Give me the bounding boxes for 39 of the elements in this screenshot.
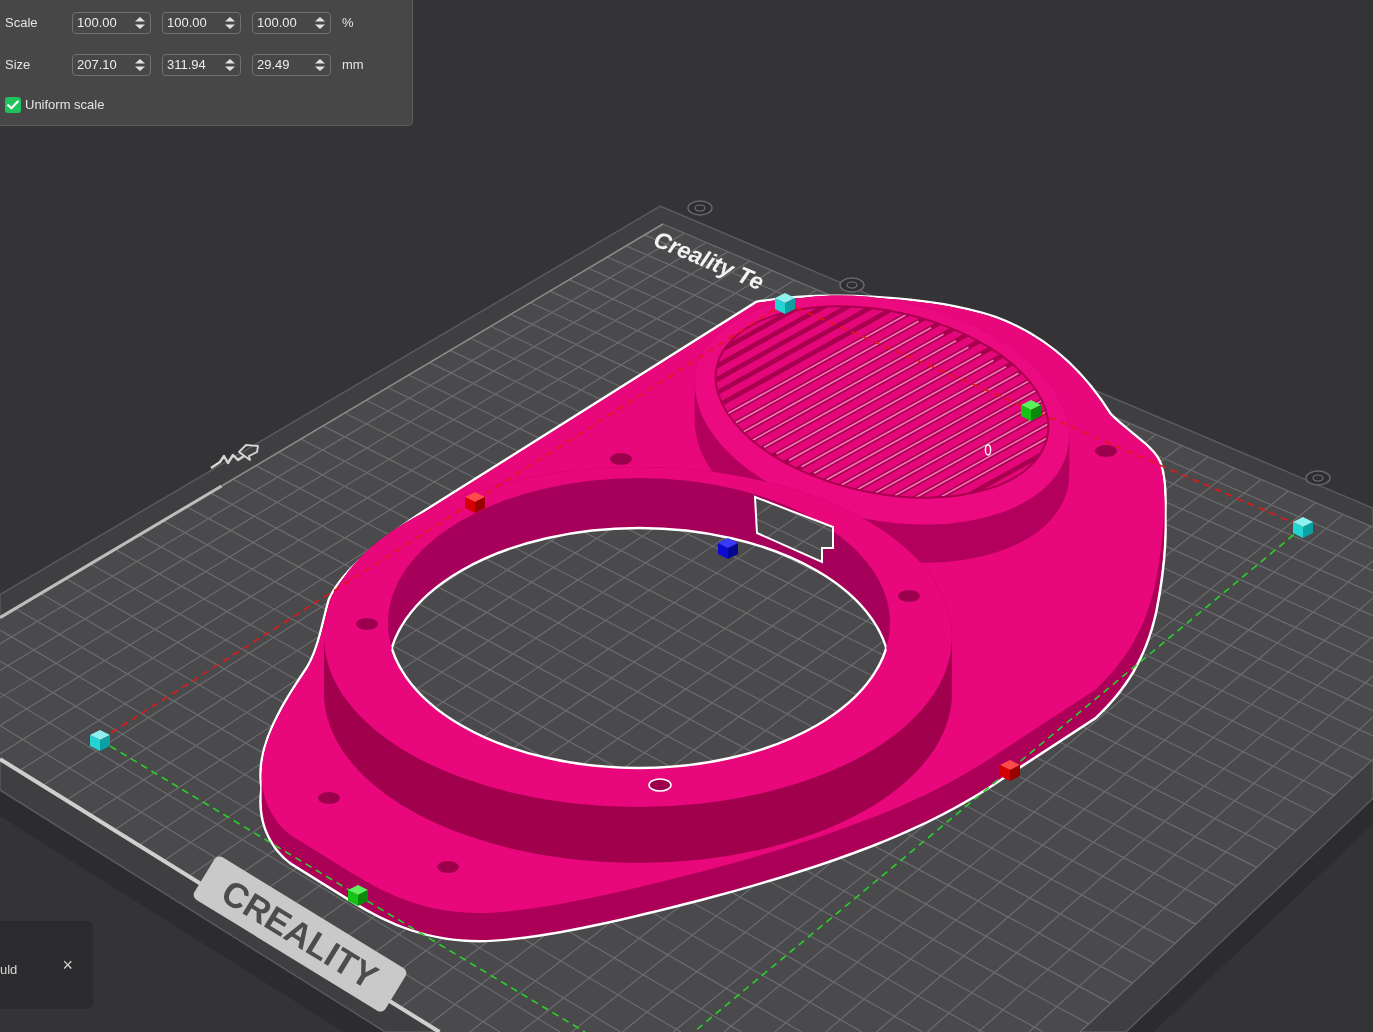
spin-arrows-icon[interactable]: [134, 16, 146, 30]
number-field[interactable]: 29.49: [252, 54, 331, 76]
unit-label: %: [342, 14, 354, 33]
number-field[interactable]: 100.00: [162, 12, 241, 34]
hole-icon: [356, 618, 378, 630]
spin-arrows-icon[interactable]: [134, 58, 146, 72]
unit-label: mm: [342, 56, 364, 75]
hole-icon: [898, 590, 920, 602]
checkbox-label: Uniform scale: [25, 96, 105, 115]
pulse-arrow-icon: [210, 444, 259, 469]
round-hole-icon: [687, 200, 713, 216]
number-field[interactable]: 100.00: [72, 12, 151, 34]
cube-icon[interactable]: [90, 730, 110, 751]
hole-icon: [318, 792, 340, 804]
cube-icon[interactable]: [348, 885, 368, 906]
hole-icon: [610, 453, 632, 465]
hole-icon: [437, 861, 459, 873]
cube-icon[interactable]: [718, 538, 738, 559]
uniform-scale-checkbox[interactable]: [5, 97, 21, 113]
hole-icon: [649, 779, 671, 791]
round-hole-icon: [1305, 470, 1331, 486]
notification-text: uld: [0, 961, 18, 980]
spin-arrows-icon[interactable]: [314, 16, 326, 30]
3d-model[interactable]: [90, 293, 1313, 1032]
close-button[interactable]: ×: [62, 956, 73, 974]
hole-icon: [1095, 445, 1117, 457]
number-field[interactable]: 100.00: [252, 12, 331, 34]
round-hole-icon: [839, 277, 865, 293]
spin-arrows-icon[interactable]: [224, 16, 236, 30]
number-field[interactable]: 207.10: [72, 54, 151, 76]
spin-arrows-icon[interactable]: [314, 58, 326, 72]
field-label: Scale: [5, 14, 39, 33]
cube-icon[interactable]: [775, 293, 795, 314]
spin-arrows-icon[interactable]: [224, 58, 236, 72]
checkmark-icon: [7, 100, 19, 110]
cube-icon[interactable]: [1293, 517, 1313, 538]
number-field[interactable]: 311.94: [162, 54, 241, 76]
field-label: Size: [5, 56, 32, 75]
hole-icon: [985, 445, 991, 455]
